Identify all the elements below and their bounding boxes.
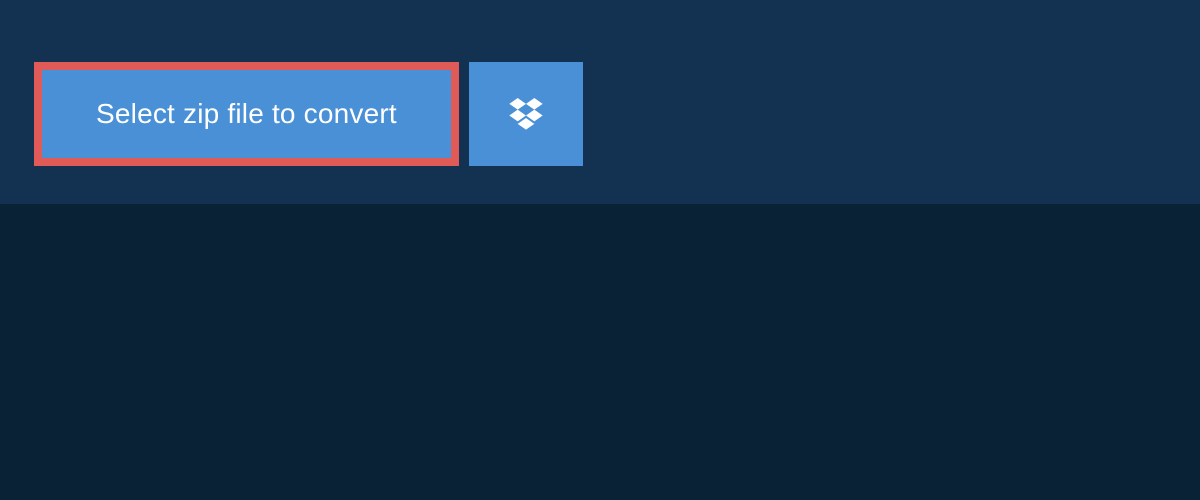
select-file-label: Select zip file to convert xyxy=(96,98,397,129)
select-file-button[interactable]: Select zip file to convert xyxy=(42,70,451,158)
select-file-highlight: Select zip file to convert xyxy=(34,62,459,166)
converter-panel: Convert zip to gltf Select zip file to c… xyxy=(0,0,1200,204)
dropbox-icon xyxy=(506,93,546,136)
dropbox-button[interactable] xyxy=(469,62,583,166)
action-row: Select zip file to convert xyxy=(34,62,1200,166)
